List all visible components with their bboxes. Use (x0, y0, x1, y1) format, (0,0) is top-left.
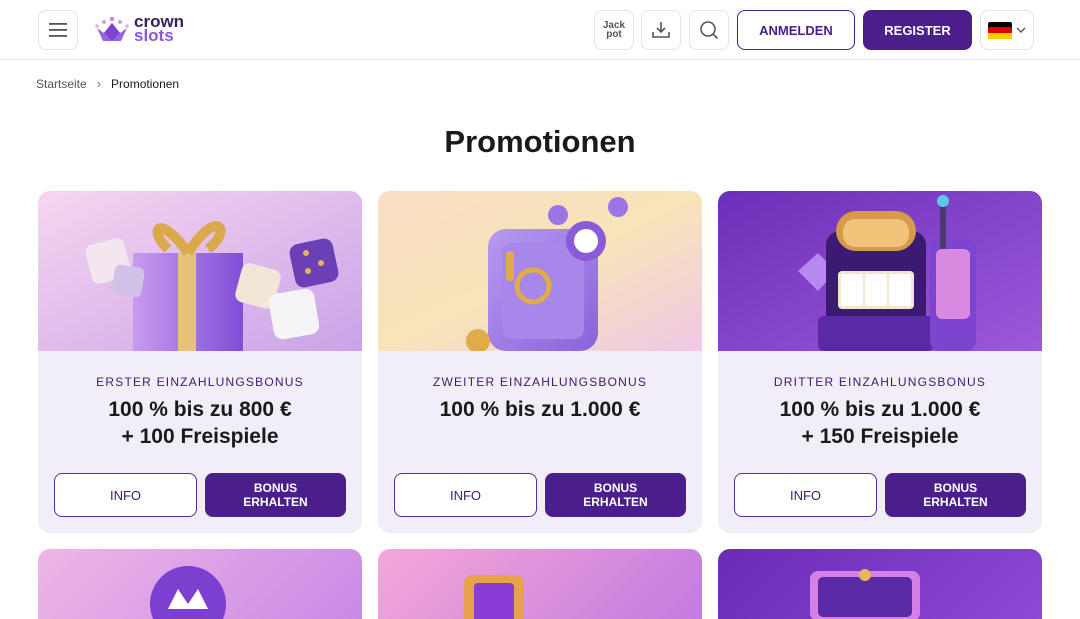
logo[interactable]: crown slots (94, 13, 184, 44)
register-button[interactable]: REGISTER (863, 10, 972, 50)
crown-icon (95, 16, 129, 41)
card-title-line2: + 100 Freispiele (121, 425, 279, 448)
menu-icon (49, 23, 67, 37)
card-title: 100 % bis zu 1.000 € + 150 Freispiele (718, 396, 1042, 450)
german-flag-icon (988, 21, 1012, 39)
get-bonus-button[interactable]: BONUS ERHALTEN (545, 473, 686, 517)
jackpot-icon: Jack pot (603, 21, 625, 40)
promo-card-partial-2 (378, 549, 702, 619)
get-bonus-button[interactable]: BONUS ERHALTEN (205, 473, 346, 517)
download-button[interactable] (641, 10, 681, 50)
info-button[interactable]: INFO (54, 473, 197, 517)
card-title-line1: 100 % bis zu 1.000 € (439, 398, 641, 421)
search-icon (700, 21, 719, 40)
promo-card-partial-3 (718, 549, 1042, 619)
card-title: 100 % bis zu 800 € + 100 Freispiele (38, 396, 362, 450)
jackpot-label-2: pot (606, 29, 622, 40)
promo-card-partial-1 (38, 549, 362, 619)
download-icon (652, 22, 670, 38)
card-title-line2: + 150 Freispiele (801, 425, 959, 448)
breadcrumb-separator: › (96, 76, 102, 91)
card-title: 100 % bis zu 1.000 € (378, 396, 702, 423)
card-kicker: DRITTER EINZAHLUNGSBONUS (773, 375, 987, 389)
promo-card-first-deposit: ERSTER EINZAHLUNGSBONUS 100 % bis zu 800… (38, 191, 362, 533)
promo-card-third-deposit: DRITTER EINZAHLUNGSBONUS 100 % bis zu 1.… (718, 191, 1042, 533)
info-button[interactable]: INFO (394, 473, 537, 517)
chevron-down-icon (1016, 27, 1026, 33)
get-bonus-button[interactable]: BONUS ERHALTEN (885, 473, 1026, 517)
card-kicker: ERSTER EINZAHLUNGSBONUS (96, 375, 304, 389)
search-button[interactable] (689, 10, 729, 50)
language-selector[interactable] (980, 10, 1034, 50)
login-button[interactable]: ANMELDEN (737, 10, 855, 50)
menu-button[interactable] (38, 10, 78, 50)
jackpot-button[interactable]: Jack pot (594, 10, 634, 50)
promo-image-safe (378, 191, 702, 351)
card-title-line1: 100 % bis zu 1.000 € (779, 398, 981, 421)
breadcrumb-home-link[interactable]: Startseite (36, 77, 87, 91)
info-button[interactable]: INFO (734, 473, 877, 517)
card-kicker: ZWEITER EINZAHLUNGSBONUS (432, 375, 648, 389)
card-title-line1: 100 % bis zu 800 € (108, 398, 292, 421)
breadcrumb: Startseite › Promotionen (36, 76, 179, 91)
promo-card-second-deposit: ZWEITER EINZAHLUNGSBONUS 100 % bis zu 1.… (378, 191, 702, 533)
page-title: Promotionen (444, 124, 636, 159)
promo-image-gift (38, 191, 362, 351)
site-header: crown slots Jack pot ANMELDEN REGISTER (0, 0, 1080, 60)
breadcrumb-current: Promotionen (111, 76, 180, 91)
promo-image-slot-machine (718, 191, 1042, 351)
